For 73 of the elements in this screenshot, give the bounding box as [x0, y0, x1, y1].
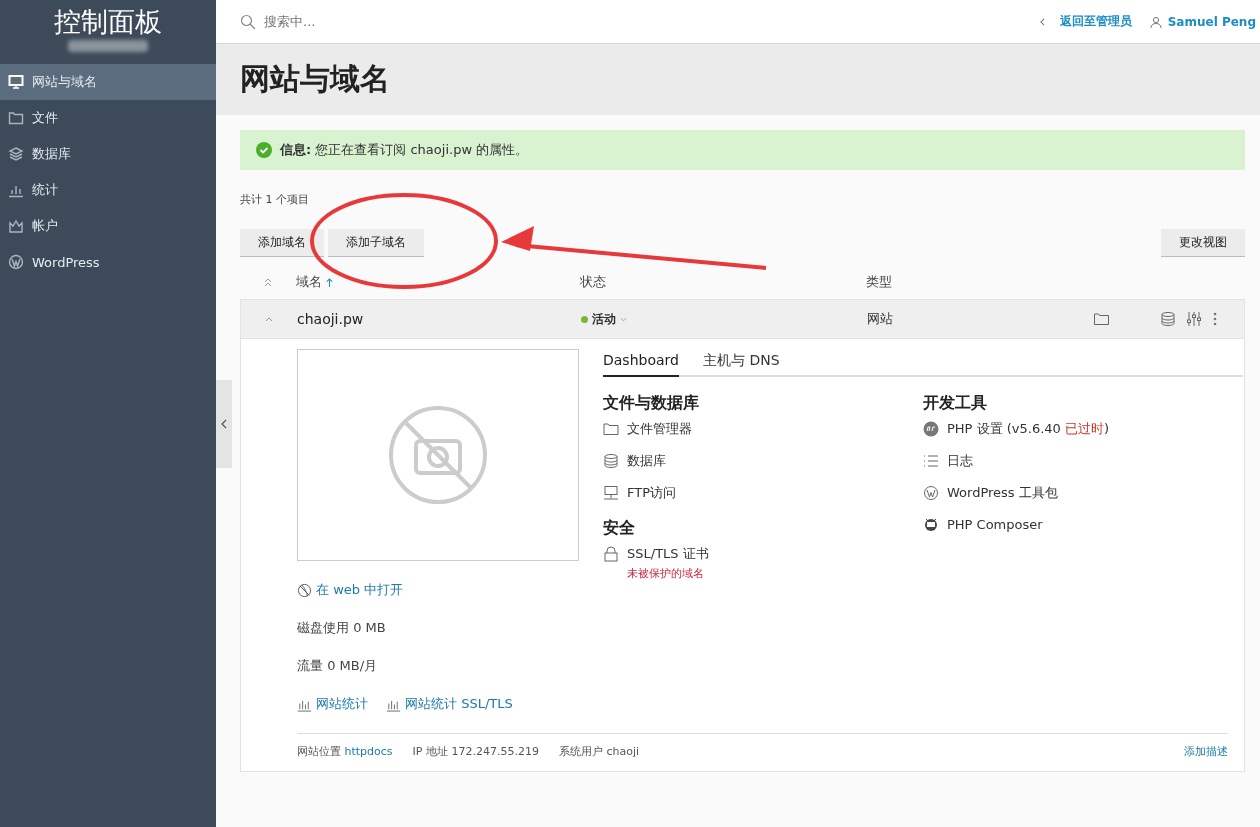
panel-title: 控制面板	[54, 6, 162, 38]
chevron-left-icon	[1040, 17, 1046, 26]
layers-icon	[8, 146, 24, 162]
list-icon	[923, 453, 939, 469]
tool-link[interactable]: PHP Composer	[923, 516, 1243, 532]
domain-name: chaoji.pw	[297, 311, 365, 327]
item-count: 共计 1 个项目	[240, 192, 310, 207]
wordpress-icon	[8, 254, 24, 270]
search-icon	[240, 13, 256, 30]
sidebar-item[interactable]: 统计	[0, 172, 216, 208]
folder-icon	[603, 421, 619, 437]
column-header[interactable]: 类型	[866, 273, 892, 291]
sidebar-item[interactable]: WordPress	[0, 244, 216, 280]
sidebar-item[interactable]: 网站与域名	[0, 64, 216, 100]
tool-link[interactable]: SSL/TLS 证书	[603, 545, 923, 563]
lock-icon	[603, 546, 619, 562]
sidebar-item[interactable]: 数据库	[0, 136, 216, 172]
add-domain-button[interactable]: 添加域名	[240, 229, 324, 257]
sidebar-item[interactable]: 文件	[0, 100, 216, 136]
disk-usage: 磁盘使用 0 MB	[297, 619, 387, 637]
add-description-link[interactable]: 添加描述	[1184, 744, 1228, 759]
warning-text: 未被保护的域名	[627, 566, 705, 581]
section-title: 安全	[603, 518, 636, 539]
database-icon[interactable]	[1160, 311, 1176, 327]
tool-link[interactable]: FTP访问	[603, 484, 923, 502]
column-header[interactable]: 状态	[580, 273, 606, 291]
back-to-admin-link[interactable]: 返回至管理员	[1040, 13, 1132, 30]
sidebar-item[interactable]: 帐户	[0, 208, 216, 244]
stats-link[interactable]: 网站统计 SSL/TLS	[386, 695, 513, 713]
folder-icon	[8, 110, 24, 126]
info-text: 信息: 您正在查看订阅 chaoji.pw 的属性。	[280, 141, 529, 159]
chevron-left-icon	[221, 419, 227, 429]
page-title: 网站与域名	[240, 60, 390, 98]
collapse-handle[interactable]	[216, 380, 232, 468]
monitor-icon	[8, 74, 24, 90]
crown-icon	[8, 218, 24, 234]
sliders-icon[interactable]	[1186, 311, 1202, 327]
user-icon	[1149, 15, 1162, 28]
table-row[interactable]: chaoji.pw 活动 网站	[240, 299, 1245, 339]
type-cell-text: 网站	[867, 310, 894, 328]
stats-link[interactable]: 网站统计	[297, 695, 368, 713]
tool-link[interactable]: 数据库	[603, 452, 923, 470]
tool-link[interactable]: 文件管理器	[603, 420, 923, 438]
section-title: 文件与数据库	[603, 393, 700, 414]
traffic: 流量 0 MB/月	[297, 657, 379, 675]
footer-info: 网站位置 httpdocs	[297, 744, 393, 759]
sort-arrow-up-icon	[326, 277, 333, 287]
more-icon[interactable]	[1212, 311, 1218, 327]
status-dot	[581, 315, 588, 323]
database-icon	[603, 453, 619, 469]
tool-link[interactable]: 日志	[923, 452, 1243, 470]
monitor-icon	[603, 485, 619, 501]
user-menu[interactable]: Samuel Peng	[1149, 13, 1256, 30]
tool-link[interactable]: WordPress 工具包	[923, 484, 1243, 502]
check-circle-icon	[256, 142, 272, 158]
folder-icon[interactable]	[1093, 311, 1110, 327]
search-field[interactable]: 搜索中...	[262, 13, 466, 30]
footer-info: IP 地址 172.247.55.219	[412, 744, 539, 759]
status-dropdown[interactable]: 活动	[581, 310, 867, 328]
open-in-web-link[interactable]: 在 web 中打开	[297, 581, 603, 599]
change-view-button[interactable]: 更改视图	[1161, 229, 1245, 257]
composer-icon	[923, 516, 939, 532]
collapse-all-icon[interactable]	[263, 277, 273, 287]
tab[interactable]: 主机与 DNS	[702, 349, 780, 377]
column-header[interactable]: 域名	[296, 273, 333, 291]
caret-down-icon	[620, 316, 627, 322]
no-camera-icon	[388, 405, 488, 505]
add-subdomain-button[interactable]: 添加子域名	[328, 229, 424, 257]
tool-link[interactable]: PHP 设置 (v5.6.40 已过时)	[923, 420, 1243, 438]
section-title: 开发工具	[923, 393, 988, 414]
tab[interactable]: Dashboard	[603, 349, 679, 377]
wordpress-icon	[923, 485, 939, 501]
footer-info: 系统用户 chaoji	[558, 744, 640, 759]
